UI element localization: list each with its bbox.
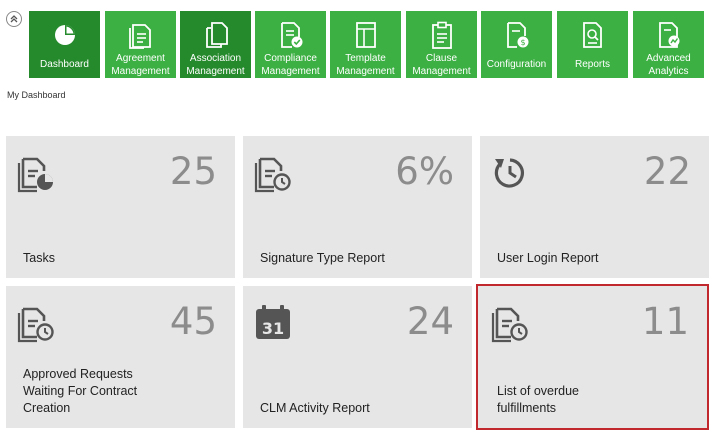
history-clock-icon — [490, 149, 530, 195]
page-title: My Dashboard — [7, 90, 66, 100]
nav-label: Dashboard — [40, 59, 89, 70]
nav-tile-template-management[interactable]: Template Management — [330, 11, 401, 78]
collapse-nav-button[interactable] — [6, 11, 22, 27]
tile-tasks[interactable]: 25 Tasks — [6, 136, 235, 278]
nav-tile-dashboard[interactable]: Dashboard — [29, 11, 100, 78]
nav-tile-clause-management[interactable]: Clause Management — [406, 11, 477, 78]
double-chevron-up-icon — [10, 15, 18, 23]
nav-label: Template Management — [336, 53, 395, 77]
document-clock-icon — [490, 299, 530, 345]
agreement-document-icon — [128, 20, 154, 50]
analytics-chart-icon — [656, 20, 682, 50]
pie-chart-icon — [52, 20, 78, 50]
nav-tile-reports[interactable]: Reports — [557, 11, 628, 78]
nav-label: Advanced Analytics — [646, 53, 691, 77]
tile-user-login-report[interactable]: 22 User Login Report — [480, 136, 709, 278]
tile-value: 25 — [169, 150, 217, 193]
reports-search-icon — [580, 20, 606, 50]
tile-label: CLM Activity Report — [260, 401, 370, 415]
nav-tile-compliance-management[interactable]: Compliance Management — [255, 11, 326, 78]
tile-approved-requests[interactable]: 45 Approved Requests Waiting For Contrac… — [6, 286, 235, 428]
tile-value: 11 — [641, 300, 689, 343]
tile-signature-type-report[interactable]: 6% Signature Type Report — [243, 136, 472, 278]
nav-label: Agreement Management — [111, 53, 170, 77]
nav-tile-advanced-analytics[interactable]: Advanced Analytics — [633, 11, 704, 78]
document-clock-icon — [253, 149, 293, 195]
svg-text:$: $ — [520, 38, 525, 47]
calendar-day: 31 — [262, 319, 284, 338]
tile-clm-activity-report[interactable]: 31 24 CLM Activity Report — [243, 286, 472, 428]
tile-label: List of overdue fulfillments — [497, 384, 579, 415]
tile-label: Tasks — [23, 251, 55, 265]
nav-label: Compliance Management — [261, 53, 320, 77]
nav-label: Reports — [574, 59, 610, 70]
nav-label: Clause Management — [412, 53, 471, 77]
template-icon — [353, 20, 379, 50]
clause-clipboard-icon — [429, 20, 455, 50]
nav-label: Configuration — [486, 59, 547, 70]
compliance-check-icon — [278, 20, 304, 50]
nav-tile-association-management[interactable]: Association Management — [180, 11, 251, 78]
document-chart-icon — [16, 149, 56, 195]
calendar-icon: 31 — [253, 299, 293, 345]
tile-label: Signature Type Report — [260, 251, 385, 265]
nav-tile-agreement-management[interactable]: Agreement Management — [105, 11, 176, 78]
nav-label: Association Management — [186, 53, 245, 77]
tile-value: 45 — [169, 300, 217, 343]
tile-value: 22 — [643, 150, 691, 193]
nav-tile-configuration[interactable]: $ Configuration — [481, 11, 552, 78]
tile-value: 24 — [406, 300, 454, 343]
tile-overdue-fulfillments[interactable]: 11 List of overdue fulfillments — [476, 284, 709, 430]
configuration-document-icon: $ — [504, 20, 530, 50]
tile-label: User Login Report — [497, 251, 599, 265]
tile-value: 6% — [395, 150, 454, 193]
document-clock-icon — [16, 299, 56, 345]
tile-label: Approved Requests Waiting For Contract C… — [23, 367, 138, 415]
association-documents-icon — [203, 20, 229, 50]
